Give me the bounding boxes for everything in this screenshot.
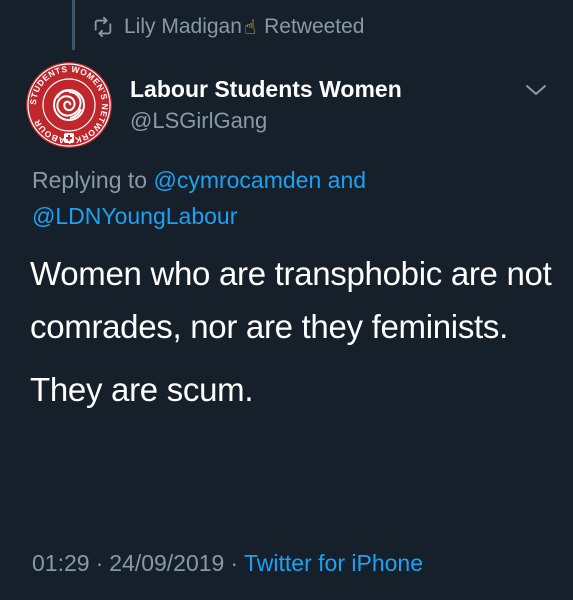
tweet-metadata: 01:29 · 24/09/2019 · Twitter for iPhone	[32, 546, 423, 580]
retweeter-name[interactable]: Lily Madigan	[124, 15, 242, 39]
retweet-context: Lily Madigan ☝ Retweeted	[92, 10, 365, 44]
retweeted-label: Retweeted	[264, 15, 365, 38]
tweet-paragraph: Women who are transphobic are not comrad…	[30, 255, 552, 345]
rose-logo-icon	[53, 89, 85, 121]
author-display-name[interactable]: Labour Students Women	[130, 74, 402, 104]
author-info: Labour Students Women @LSGirlGang	[130, 74, 402, 136]
pointing-up-hand-icon: ☝	[243, 16, 257, 39]
thread-connector-line	[72, 0, 75, 50]
tweet-body: Women who are transphobic are not comrad…	[30, 247, 560, 416]
mention-link-ldnyounglabour[interactable]: @LDNYoungLabour	[32, 203, 237, 229]
tweet-date: 24/09/2019	[109, 550, 225, 576]
author-handle[interactable]: @LSGirlGang	[130, 106, 402, 136]
tweet-paragraph: They are scum.	[30, 371, 254, 408]
badge-cross-icon	[64, 133, 74, 143]
tweet-source-link[interactable]: Twitter for iPhone	[244, 550, 423, 576]
mention-link-cymrocamden[interactable]: @cymrocamden	[153, 167, 321, 193]
meta-separator: ·	[95, 550, 104, 576]
replying-to-prefix: Replying to	[32, 167, 148, 193]
avatar[interactable]: STUDENTS WOMEN'S NETWORK LABOUR	[26, 62, 112, 148]
mention-joiner[interactable]: and	[328, 167, 366, 193]
meta-separator: ·	[230, 550, 239, 576]
replying-to: Replying to @cymrocamden and @LDNYoungLa…	[32, 162, 532, 234]
retweet-icon	[92, 16, 114, 38]
tweet-time: 01:29	[32, 550, 90, 576]
chevron-down-icon[interactable]	[524, 82, 548, 98]
